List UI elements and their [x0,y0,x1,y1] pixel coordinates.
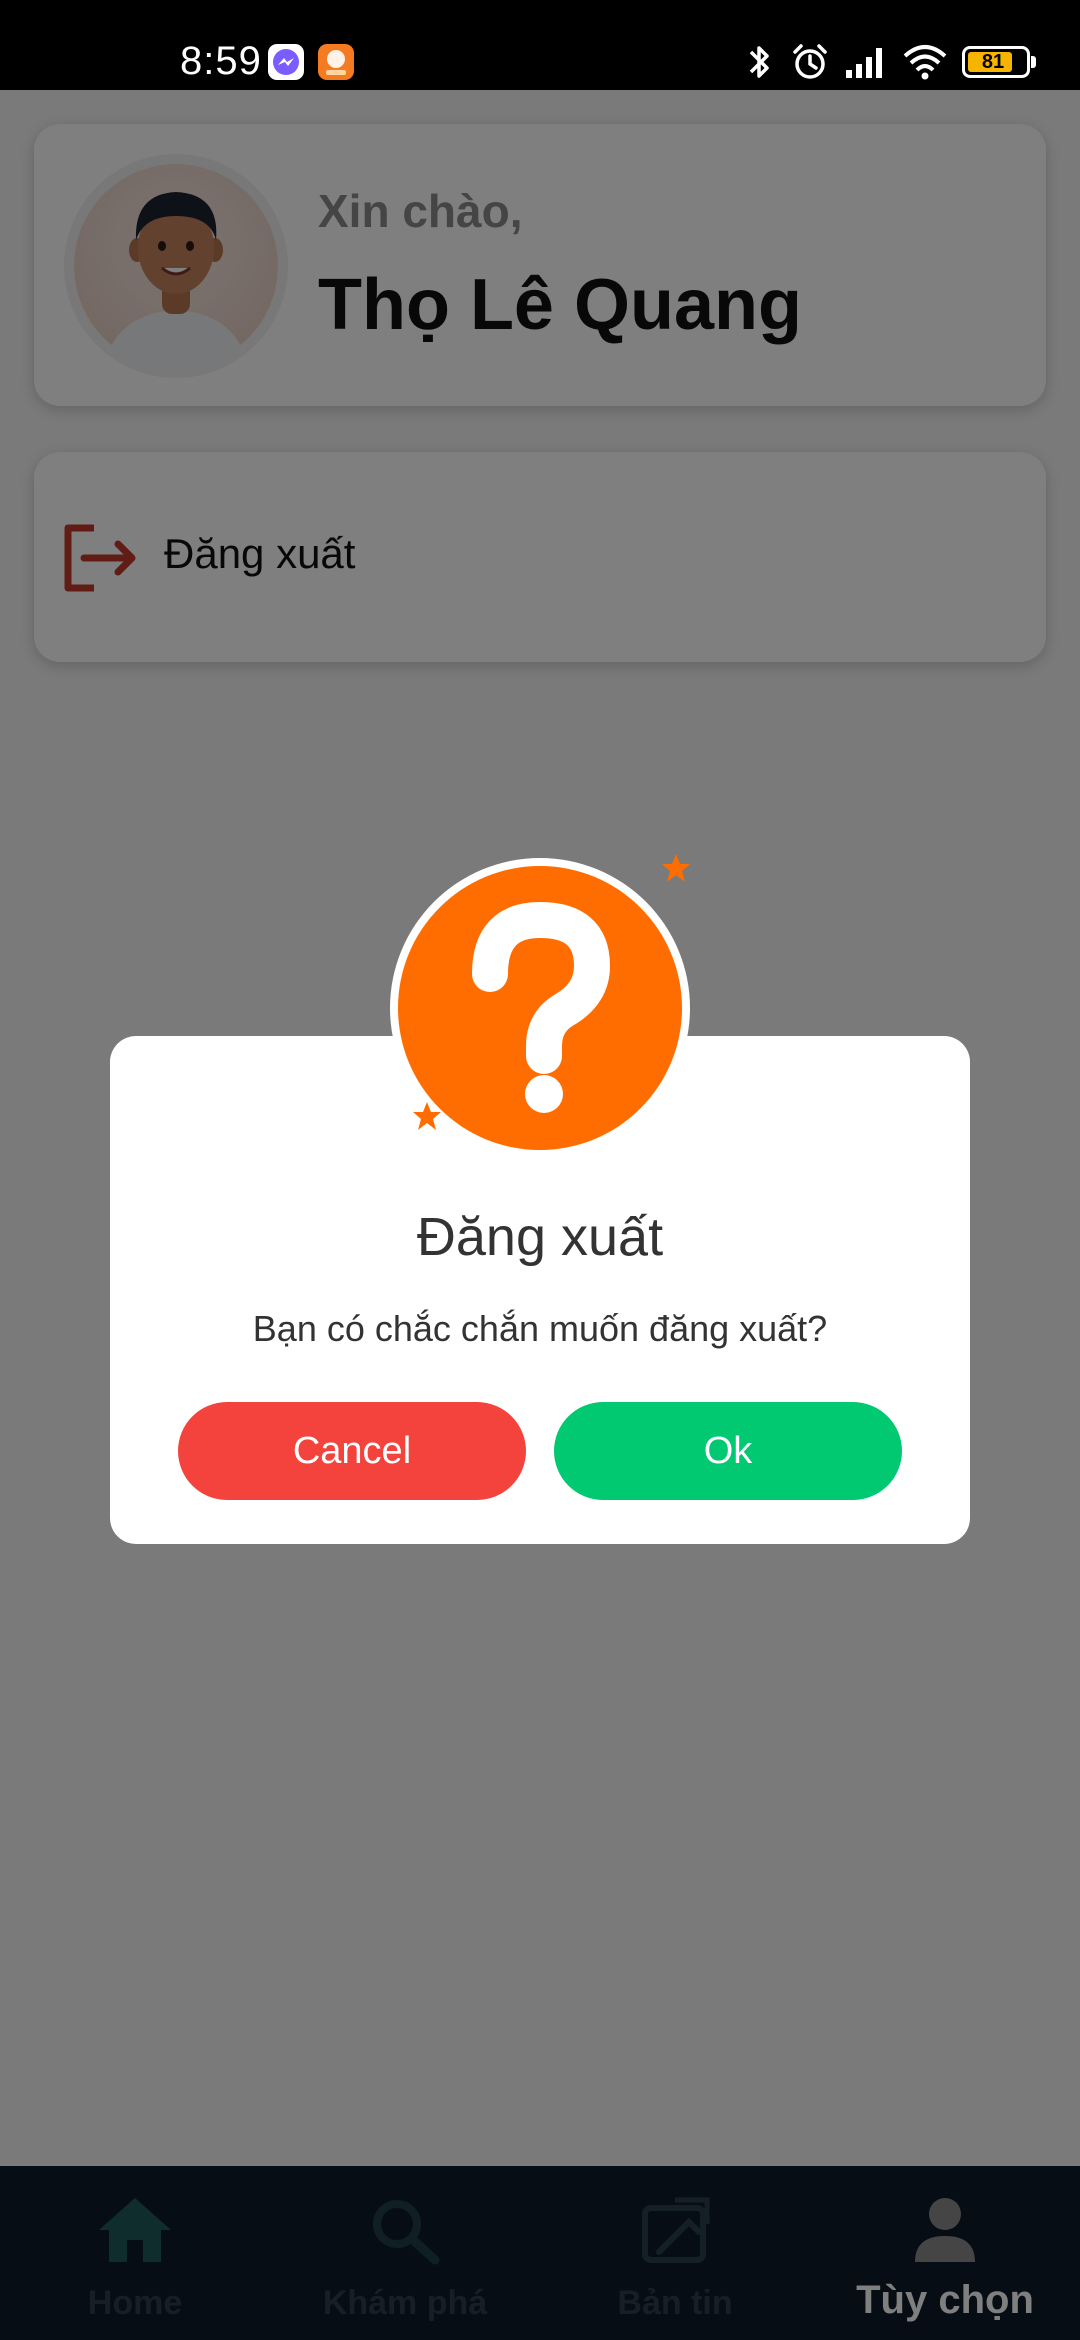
status-time: 8:59 [180,39,262,83]
dialog-title: Đăng xuất [416,1207,664,1267]
dialog-message: Bạn có chắc chắn muốn đăng xuất? [252,1308,828,1349]
screen: 8:59 81 Đăng xuất Bạn có chắc chắn muốn … [0,0,1080,2340]
shopee-icon [318,44,354,80]
wifi-icon [903,45,947,80]
star-decoration-icon [413,1102,441,1130]
battery-level: 81 [981,50,1005,73]
status-icons: 81 [742,40,1036,84]
signal-icon [846,48,882,78]
ok-button[interactable]: Ok [554,1402,902,1500]
bluetooth-icon [749,46,769,78]
alarm-icon [793,44,827,79]
cancel-button[interactable]: Cancel [178,1402,526,1500]
messenger-icon [268,44,304,80]
status-bar: 8:59 81 [0,0,1080,90]
battery-icon: 81 [962,46,1036,78]
star-decoration-icon [662,854,690,882]
